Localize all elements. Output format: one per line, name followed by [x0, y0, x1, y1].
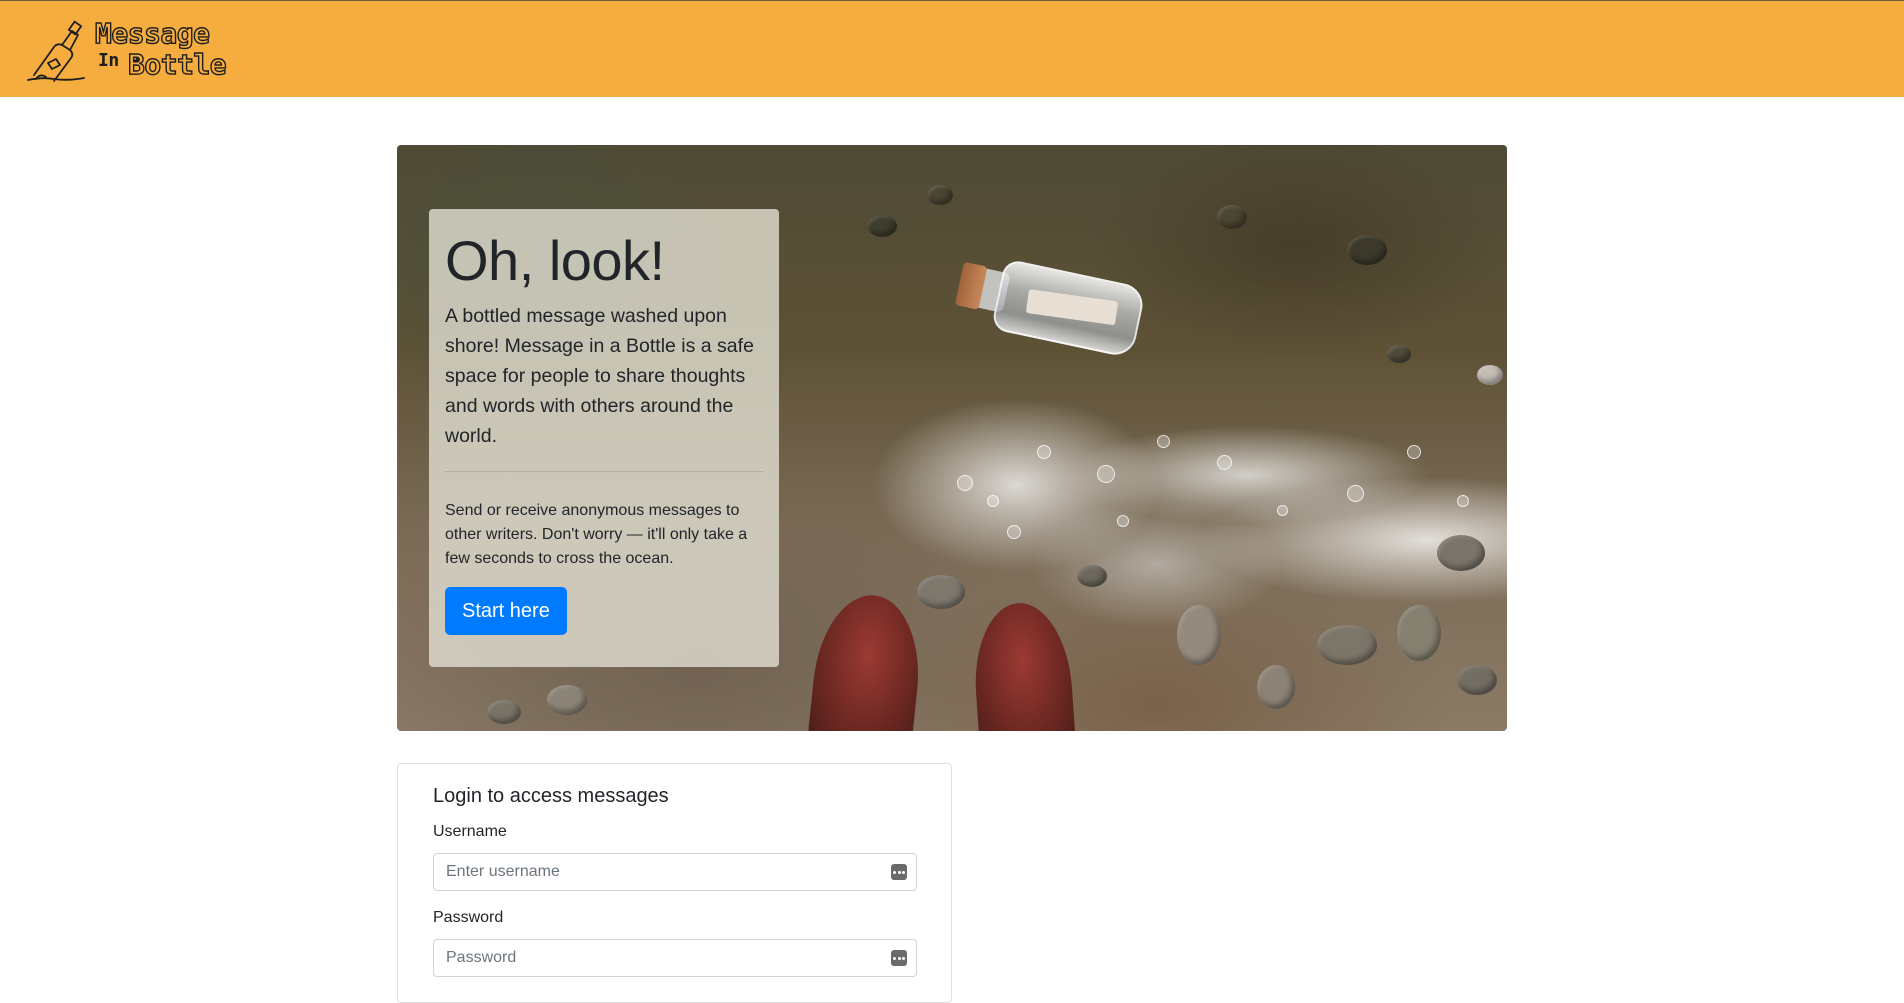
pebble — [1347, 235, 1387, 265]
hero-jumbotron: Oh, look! A bottled message washed upon … — [397, 145, 1507, 731]
pebble — [547, 685, 587, 715]
hero-divider — [445, 471, 763, 472]
pebble — [1257, 665, 1295, 709]
login-card: Login to access messages Username Passwo… — [397, 763, 952, 1003]
hero-title: Oh, look! — [445, 229, 665, 292]
password-manager-icon[interactable] — [891, 950, 907, 966]
pebble — [1217, 205, 1247, 229]
foam-bubble — [1277, 505, 1288, 516]
pebble — [1317, 625, 1377, 665]
pebble — [1177, 605, 1221, 665]
top-navbar: Message In a Bottle — [0, 0, 1904, 97]
left-boot — [807, 589, 927, 731]
pebble — [1397, 605, 1441, 661]
pebble — [1477, 365, 1503, 385]
bottle-in-photo — [951, 246, 1153, 364]
foam-bubble — [1007, 525, 1021, 539]
brand-title-line1: Message — [94, 16, 210, 50]
foam-bubble — [1457, 495, 1469, 507]
brand-title-line2: Bottle — [127, 47, 227, 81]
foam-bubble — [1037, 445, 1051, 459]
bottle-logo-icon — [27, 20, 85, 82]
foam-bubble — [1097, 465, 1115, 483]
pebble — [867, 215, 897, 237]
pebble — [1457, 665, 1497, 695]
hero-overlay-card: Oh, look! A bottled message washed upon … — [429, 209, 779, 667]
pebble — [487, 700, 521, 724]
pebble — [1077, 565, 1107, 587]
foam-bubble — [957, 475, 973, 491]
username-label: Username — [433, 823, 507, 840]
password-manager-icon[interactable] — [891, 864, 907, 880]
hero-description: Send or receive anonymous messages to ot… — [445, 502, 748, 567]
foam-bubble — [1117, 515, 1129, 527]
foam-bubble — [1347, 485, 1364, 502]
pebble — [1387, 345, 1411, 363]
foam-bubble — [987, 495, 999, 507]
foam-bubble — [1217, 455, 1232, 470]
right-boot — [970, 599, 1076, 731]
start-here-button[interactable]: Start here — [445, 587, 567, 635]
login-title: Login to access messages — [433, 785, 669, 807]
username-input[interactable] — [433, 853, 917, 891]
brand-logo[interactable]: Message In a Bottle — [24, 16, 227, 83]
pebble — [1437, 535, 1485, 571]
pebble — [927, 185, 953, 205]
password-label: Password — [433, 909, 504, 926]
hero-lead-text: A bottled message washed upon shore! Mes… — [445, 305, 754, 447]
foam-bubble — [1407, 445, 1421, 459]
pebble — [917, 575, 965, 609]
foam-bubble — [1157, 435, 1170, 448]
password-input[interactable] — [433, 939, 917, 977]
